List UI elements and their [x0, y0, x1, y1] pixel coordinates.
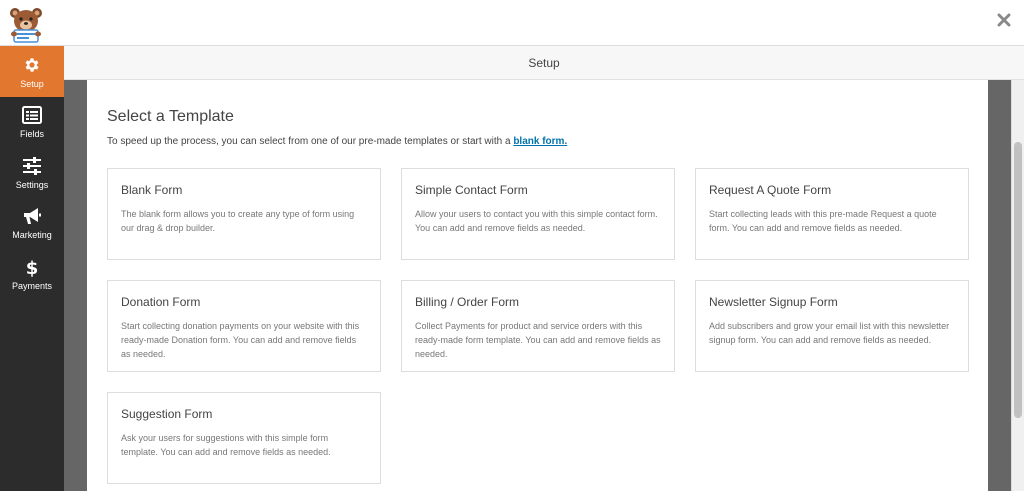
template-description: Ask your users for suggestions with this… [121, 433, 331, 457]
template-title: Suggestion Form [121, 407, 213, 421]
dollar-icon: $ [21, 256, 43, 278]
template-card-newsletter-signup-form[interactable]: Newsletter Signup Form Add subscribers a… [695, 280, 969, 372]
template-description: Start collecting leads with this pre-mad… [709, 209, 937, 233]
template-description: Add subscribers and grow your email list… [709, 321, 950, 345]
sidebar-item-label: Setup [20, 78, 44, 89]
megaphone-icon [21, 205, 43, 227]
section-heading: Select a Template [107, 108, 234, 125]
top-bar [0, 0, 1024, 46]
close-button[interactable] [992, 10, 1016, 34]
template-card-simple-contact-form[interactable]: Simple Contact Form Allow your users to … [401, 168, 675, 260]
intro-text-body: To speed up the process, you can select … [107, 136, 514, 147]
template-description: Start collecting donation payments on yo… [121, 321, 360, 359]
template-card-blank-form[interactable]: Blank Form The blank form allows you to … [107, 168, 381, 260]
page-title: Setup [528, 55, 560, 70]
sidebar-item-label: Settings [15, 179, 49, 190]
close-icon [997, 13, 1011, 32]
template-title: Blank Form [121, 183, 183, 197]
sidebar-item-payments[interactable]: $ Payments [0, 248, 64, 299]
template-title: Request A Quote Form [709, 183, 832, 197]
svg-text:$: $ [26, 258, 39, 277]
template-panel: Select a Template To speed up the proces… [87, 80, 988, 491]
template-description: The blank form allows you to create any … [121, 209, 355, 233]
sidebar-item-marketing[interactable]: Marketing [0, 198, 64, 249]
sidebar-item-label: Payments [11, 280, 53, 291]
intro-text: To speed up the process, you can select … [107, 136, 567, 147]
sidebar-item-label: Fields [19, 129, 44, 140]
vertical-scrollbar[interactable] [1011, 80, 1024, 491]
builder-sidebar: Setup Fields Settings Marketing $ Paymen… [0, 46, 64, 491]
template-card-suggestion-form[interactable]: Suggestion Form Ask your users for sugge… [107, 392, 381, 484]
template-title: Simple Contact Form [415, 183, 528, 197]
gear-icon [21, 54, 43, 76]
sidebar-item-label: Marketing [12, 230, 52, 241]
template-description: Collect Payments for product and service… [415, 321, 661, 359]
setup-header: Setup [64, 46, 1024, 80]
sidebar-item-setup[interactable]: Setup [0, 46, 64, 97]
template-description: Allow your users to contact you with thi… [415, 209, 658, 233]
template-title: Newsletter Signup Form [709, 295, 838, 309]
template-title: Billing / Order Form [415, 295, 520, 309]
sliders-icon [21, 155, 43, 177]
scrollbar-thumb[interactable] [1014, 142, 1022, 418]
template-title: Donation Form [121, 295, 201, 309]
fields-list-icon [21, 104, 43, 126]
sidebar-item-fields[interactable]: Fields [0, 97, 64, 148]
template-card-billing-order-form[interactable]: Billing / Order Form Collect Payments fo… [401, 280, 675, 372]
blank-form-link[interactable]: blank form. [513, 136, 567, 147]
bear-logo-icon [6, 3, 46, 43]
template-card-request-quote-form[interactable]: Request A Quote Form Start collecting le… [695, 168, 969, 260]
sidebar-item-settings[interactable]: Settings [0, 147, 64, 198]
template-card-donation-form[interactable]: Donation Form Start collecting donation … [107, 280, 381, 372]
